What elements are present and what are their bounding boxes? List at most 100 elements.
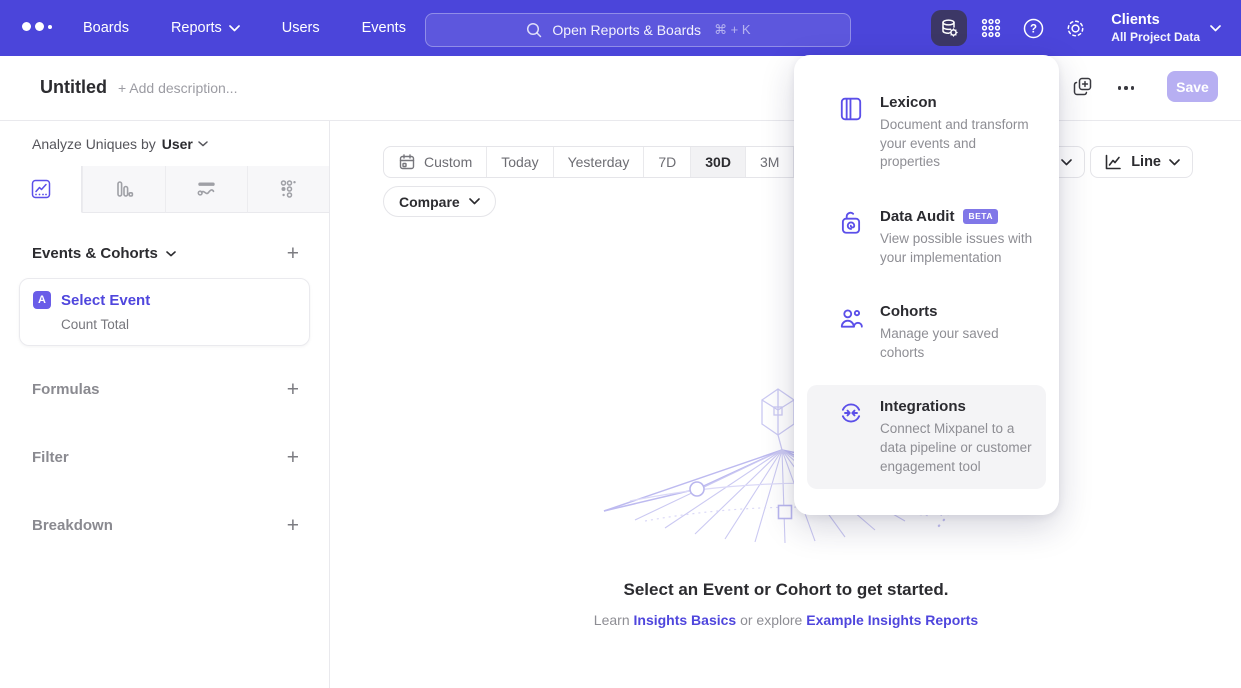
viz-tab-metric[interactable]	[247, 166, 329, 213]
metric-icon	[277, 178, 299, 200]
viz-tab-line-chart[interactable]	[0, 166, 82, 213]
date-range-today[interactable]: Today	[486, 147, 552, 177]
report-title[interactable]: Untitled	[40, 77, 107, 98]
apps-grid-icon	[980, 17, 1002, 39]
sync-arrows-icon	[838, 398, 864, 476]
nav-label: Boards	[83, 20, 129, 36]
duplicate-report-button[interactable]	[1072, 76, 1093, 97]
menu-item-desc: Connect Mixpanel to a data pipeline or c…	[880, 420, 1034, 476]
add-description-field[interactable]: + Add description...	[118, 80, 237, 96]
settings-gear-icon	[1064, 17, 1087, 40]
primary-nav: Boards Reports Users Events	[83, 0, 406, 56]
select-event-button[interactable]: Select Event	[61, 292, 150, 309]
date-range-label: Custom	[424, 154, 472, 170]
chevron-down-icon	[1169, 159, 1180, 166]
compare-dropdown[interactable]: Compare	[383, 186, 496, 217]
nav-label: Events	[362, 20, 406, 36]
date-range-7d[interactable]: 7D	[643, 147, 690, 177]
search-shortcut: ⌘ + K	[714, 22, 751, 38]
help-icon: ?	[1022, 17, 1045, 40]
series-badge: A	[33, 291, 51, 309]
example-reports-link[interactable]: Example Insights Reports	[806, 612, 978, 628]
audit-lock-icon	[838, 208, 864, 267]
nav-item-events[interactable]: Events	[362, 20, 406, 36]
date-range-label: 30D	[705, 154, 731, 170]
menu-item-integrations[interactable]: Integrations Connect Mixpanel to a data …	[807, 385, 1046, 489]
add-breakdown-button[interactable]: +	[287, 515, 299, 536]
book-icon	[838, 94, 864, 172]
date-range-control: Custom Today Yesterday 7D 30D 3M 6M	[383, 146, 843, 178]
explore-middle: or explore	[736, 612, 806, 628]
settings-button[interactable]	[1057, 10, 1093, 46]
event-query-card[interactable]: A Select Event Count Total	[19, 278, 310, 346]
count-type-selector[interactable]: Count Total	[61, 317, 296, 332]
help-button[interactable]: ?	[1015, 10, 1051, 46]
analyze-value-dropdown[interactable]: User	[162, 136, 193, 152]
date-range-label: 3M	[760, 154, 779, 170]
global-search-input[interactable]: Open Reports & Boards ⌘ + K	[425, 13, 851, 47]
nav-item-users[interactable]: Users	[282, 20, 320, 36]
insights-basics-link[interactable]: Insights Basics	[634, 612, 737, 628]
breakdown-section: Breakdown +	[0, 515, 329, 536]
report-canvas: Custom Today Yesterday 7D 30D 3M 6M Line…	[331, 121, 1241, 688]
project-switcher[interactable]: Clients All Project Data	[1111, 11, 1221, 44]
nav-label: Reports	[171, 20, 222, 36]
org-name: Clients	[1111, 11, 1200, 29]
bar-chart-icon	[113, 178, 135, 200]
people-icon	[838, 303, 864, 362]
line-chart-icon	[30, 178, 52, 200]
menu-item-lexicon[interactable]: Lexicon Document and transform your even…	[807, 81, 1046, 185]
menu-item-title: Cohorts	[880, 303, 938, 320]
menu-item-desc: View possible issues with your implement…	[880, 230, 1034, 267]
date-range-label: Today	[501, 154, 538, 170]
flow-icon	[195, 178, 218, 201]
menu-item-data-audit[interactable]: Data Audit BETA View possible issues wit…	[807, 195, 1046, 280]
formulas-label: Formulas	[32, 381, 100, 398]
chevron-down-icon	[229, 25, 240, 32]
mixpanel-logo-icon[interactable]	[22, 22, 52, 31]
date-range-custom[interactable]: Custom	[384, 147, 486, 177]
add-formula-button[interactable]: +	[287, 379, 299, 400]
menu-item-desc: Document and transform your events and p…	[880, 116, 1034, 172]
chevron-down-icon	[1061, 159, 1072, 166]
project-name: All Project Data	[1111, 30, 1200, 45]
nav-label: Users	[282, 20, 320, 36]
calendar-icon	[398, 153, 416, 171]
menu-item-cohorts[interactable]: Cohorts Manage your saved cohorts	[807, 290, 1046, 375]
add-event-button[interactable]: +	[287, 243, 299, 264]
date-range-label: 7D	[658, 154, 676, 170]
line-chart-icon	[1103, 152, 1123, 172]
menu-item-title: Integrations	[880, 398, 966, 415]
data-management-icon	[938, 17, 960, 39]
add-filter-button[interactable]: +	[287, 447, 299, 468]
analyze-label: Analyze Uniques by	[32, 136, 156, 152]
events-cohorts-label: Events & Cohorts	[32, 245, 158, 262]
events-cohorts-header: Events & Cohorts +	[0, 243, 329, 264]
chevron-down-icon	[1210, 25, 1221, 32]
learn-prefix: Learn	[594, 612, 634, 628]
search-icon	[525, 21, 543, 39]
menu-item-title: Lexicon	[880, 94, 937, 111]
top-navbar: Boards Reports Users Events Open Reports…	[0, 0, 1241, 56]
events-cohorts-toggle[interactable]: Events & Cohorts	[32, 245, 176, 262]
svg-text:?: ?	[1030, 23, 1037, 35]
nav-right-cluster: ? Clients All Project Data	[925, 0, 1241, 56]
data-management-button[interactable]	[931, 10, 967, 46]
nav-item-boards[interactable]: Boards	[83, 20, 129, 36]
chart-type-dropdown[interactable]: Line	[1090, 146, 1193, 178]
viz-tab-bar-chart[interactable]	[82, 166, 164, 213]
date-range-3m[interactable]: 3M	[745, 147, 793, 177]
chevron-down-icon	[469, 198, 480, 205]
formulas-section: Formulas +	[0, 379, 329, 400]
date-range-30d[interactable]: 30D	[690, 147, 745, 177]
compare-label: Compare	[399, 194, 460, 210]
more-actions-button[interactable]	[1112, 76, 1140, 100]
date-range-label: Yesterday	[568, 154, 630, 170]
menu-item-title: Data Audit	[880, 208, 954, 225]
chevron-down-icon	[166, 251, 176, 257]
save-button[interactable]: Save	[1167, 71, 1218, 102]
date-range-yesterday[interactable]: Yesterday	[553, 147, 644, 177]
nav-item-reports[interactable]: Reports	[171, 20, 240, 36]
apps-grid-button[interactable]	[973, 10, 1009, 46]
viz-tab-flow[interactable]	[165, 166, 247, 213]
